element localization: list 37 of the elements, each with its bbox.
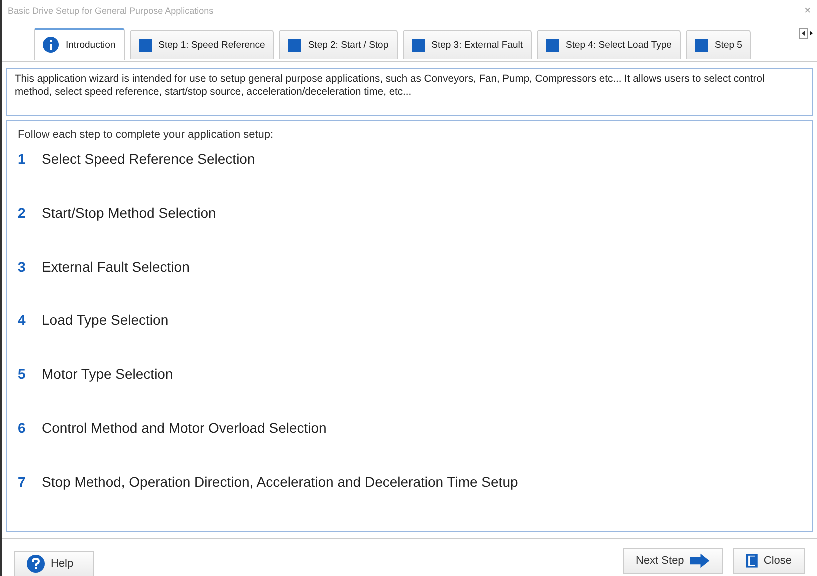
close-button[interactable]: Close	[733, 548, 805, 574]
step-label: Select Speed Reference Selection	[42, 151, 256, 167]
step-number: 6	[18, 420, 26, 436]
step-label: Load Type Selection	[42, 312, 169, 328]
step-number: 3	[18, 258, 26, 275]
window-title: Basic Drive Setup for General Purpose Applications	[8, 6, 214, 16]
next-step-button[interactable]: Next Step	[623, 548, 723, 574]
step-number: 1	[18, 151, 26, 167]
tab[interactable]: Step 3: External Fault	[402, 30, 532, 59]
square-icon	[138, 38, 152, 52]
scroll-left-icon[interactable]	[799, 28, 808, 39]
info-icon	[43, 37, 59, 53]
step-number: 4	[18, 312, 26, 328]
step-label: Control Method and Motor Overload Selection	[42, 420, 327, 436]
scroll-right-icon[interactable]	[809, 28, 815, 39]
tab[interactable]: Step 4: Select Load Type	[536, 30, 681, 59]
step-label: Stop Method, Operation Direction, Acceleration and Deceleration Time Setup	[42, 474, 518, 490]
description-text: This application wizard is intended for use to setup general purpose applications, such as Conveyors, Fan, Pump, Compressors etc... It allows users to select control method, select speed reference, start/stop source, acceleration/deceleration time, etc...	[15, 73, 766, 99]
steps-heading: Follow each step to complete your application setup:	[18, 129, 275, 141]
tab[interactable]: Step 2: Start / Stop	[279, 30, 398, 59]
tab[interactable]: Step 1: Speed Reference	[130, 30, 274, 59]
square-icon	[694, 38, 708, 52]
square-icon	[412, 38, 425, 52]
square-icon	[288, 38, 302, 52]
step-label: Start/Stop Method Selection	[42, 204, 216, 221]
tab[interactable]: Step 5	[686, 30, 752, 59]
square-icon	[546, 38, 559, 52]
step-label: Motor Type Selection	[42, 366, 174, 382]
door-icon	[746, 552, 758, 568]
arrow-right-icon	[690, 552, 710, 568]
help-icon	[27, 554, 45, 572]
tab[interactable]: Introduction	[34, 28, 125, 60]
step-number: 7	[18, 474, 26, 490]
step-number: 2	[18, 204, 26, 221]
help-button[interactable]: Help	[14, 550, 94, 576]
step-number: 5	[18, 366, 26, 382]
step-label: External Fault Selection	[42, 258, 190, 275]
